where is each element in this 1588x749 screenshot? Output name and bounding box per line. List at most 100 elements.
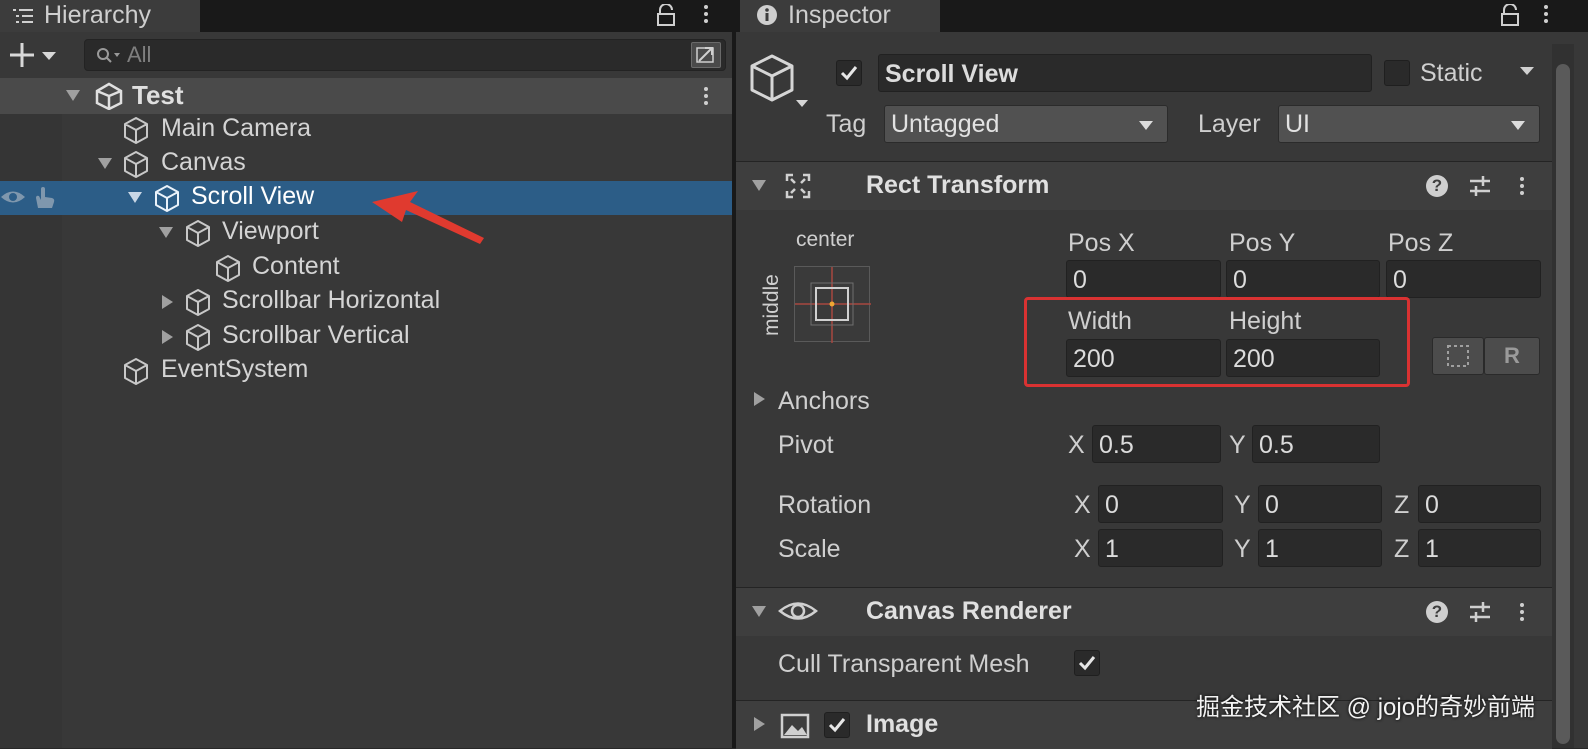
layer-dropdown[interactable]: UI xyxy=(1278,105,1540,143)
help-icon[interactable]: ? xyxy=(1426,175,1448,197)
scale-z-input[interactable]: 1 xyxy=(1418,529,1541,567)
pos-y-label: Pos Y xyxy=(1229,229,1296,257)
scale-y-axis-label: Y xyxy=(1234,535,1251,563)
dotted-rect-icon xyxy=(1447,345,1469,367)
expand-arrow[interactable] xyxy=(98,158,112,169)
scene-row[interactable]: Test xyxy=(0,78,732,114)
anchors-label[interactable]: Anchors xyxy=(778,387,870,416)
gameobject-cube-icon[interactable] xyxy=(750,54,814,112)
scale-x-input[interactable]: 1 xyxy=(1098,529,1223,567)
pivot-y-input[interactable]: 0.5 xyxy=(1252,425,1380,463)
pick-hand-icon[interactable] xyxy=(32,186,58,210)
pivot-y-axis-label: Y xyxy=(1229,431,1246,459)
pos-x-input[interactable]: 0 xyxy=(1066,260,1221,298)
tag-label: Tag xyxy=(826,110,867,138)
watermark: 掘金技术社区 @ jojo的奇妙前端 xyxy=(1196,694,1536,721)
rotation-y-input[interactable]: 0 xyxy=(1258,485,1382,523)
hierarchy-item-content[interactable]: Content xyxy=(0,251,732,285)
pos-x-label: Pos X xyxy=(1068,229,1135,257)
pivot-label: Pivot xyxy=(778,431,834,459)
inspector-scrollbar[interactable] xyxy=(1552,44,1574,748)
static-dropdown-arrow-icon[interactable] xyxy=(1518,64,1536,78)
expand-arrow[interactable] xyxy=(159,227,173,238)
scale-label: Scale xyxy=(778,535,841,563)
hierarchy-tab[interactable]: Hierarchy xyxy=(0,0,200,32)
foldout-arrow[interactable] xyxy=(752,606,766,617)
chevron-down-icon xyxy=(1139,121,1153,130)
hierarchy-menu-icon[interactable] xyxy=(704,2,708,26)
inspector-panel: Inspector Scroll View Static Tag Untagge… xyxy=(736,0,1588,749)
scene-menu-icon[interactable] xyxy=(704,84,708,108)
raw-edit-button[interactable]: R xyxy=(1484,337,1540,375)
hierarchy-item-scrollbar-vertical[interactable]: Scrollbar Vertical xyxy=(0,320,732,354)
lock-icon[interactable] xyxy=(1500,4,1520,26)
search-by-type-button[interactable] xyxy=(691,42,721,68)
rotation-x-axis-label: X xyxy=(1074,491,1091,519)
tag-value: Untagged xyxy=(891,110,1000,138)
hierarchy-item-scrollbar-horizontal[interactable]: Scrollbar Horizontal xyxy=(0,285,732,319)
scene-expand-arrow[interactable] xyxy=(66,90,80,101)
help-icon[interactable]: ? xyxy=(1426,601,1448,623)
rotation-y-axis-label: Y xyxy=(1234,491,1251,519)
inspector-menu-icon[interactable] xyxy=(1544,2,1548,26)
info-icon xyxy=(757,5,777,25)
create-dropdown-button[interactable] xyxy=(6,40,64,70)
hierarchy-item-label: Scroll View xyxy=(191,182,315,210)
anchors-foldout-arrow[interactable] xyxy=(754,392,765,406)
hierarchy-tab-label: Hierarchy xyxy=(44,1,151,29)
hierarchy-item-label: Main Camera xyxy=(161,114,312,142)
expand-arrow[interactable] xyxy=(162,330,173,344)
pivot-x-input[interactable]: 0.5 xyxy=(1092,425,1221,463)
layer-value: UI xyxy=(1285,110,1310,138)
scrollbar-thumb[interactable] xyxy=(1556,64,1570,744)
static-checkbox[interactable] xyxy=(1384,60,1410,86)
pos-z-input[interactable]: 0 xyxy=(1386,260,1541,298)
expand-arrow[interactable] xyxy=(162,295,173,309)
gameobject-cube-icon xyxy=(155,185,179,212)
hierarchy-item-main-camera[interactable]: Main Camera xyxy=(0,113,732,147)
presets-icon[interactable] xyxy=(1468,600,1492,624)
presets-icon[interactable] xyxy=(1468,174,1492,198)
gameobject-cube-icon xyxy=(124,358,148,385)
plus-icon xyxy=(10,43,56,67)
cull-transparent-mesh-checkbox[interactable] xyxy=(1074,650,1100,676)
foldout-arrow[interactable] xyxy=(754,717,765,731)
image-enabled-checkbox[interactable] xyxy=(824,712,850,738)
chevron-down-icon xyxy=(1511,121,1525,130)
rotation-x-input[interactable]: 0 xyxy=(1098,485,1223,523)
scale-y-input[interactable]: 1 xyxy=(1258,529,1382,567)
hierarchy-item-eventsystem[interactable]: EventSystem xyxy=(0,354,732,388)
inspector-tab[interactable]: Inspector xyxy=(740,0,940,32)
rect-transform-header[interactable]: Rect Transform ? xyxy=(736,161,1552,210)
active-checkbox[interactable] xyxy=(836,60,862,86)
component-menu-icon[interactable] xyxy=(1520,174,1524,198)
search-icon xyxy=(97,48,120,63)
eye-icon[interactable] xyxy=(0,187,26,207)
hierarchy-search-box[interactable]: All xyxy=(84,39,726,71)
search-input[interactable]: All xyxy=(127,42,151,68)
tag-dropdown[interactable]: Untagged xyxy=(884,105,1168,143)
anchor-vertical-label: middle xyxy=(760,274,783,336)
object-name-input[interactable]: Scroll View xyxy=(878,54,1372,92)
gameobject-cube-icon xyxy=(216,255,240,282)
hierarchy-item-label: Canvas xyxy=(161,148,246,176)
gameobject-cube-icon xyxy=(186,289,210,316)
rotation-z-input[interactable]: 0 xyxy=(1418,485,1541,523)
red-highlight-box xyxy=(1024,297,1410,387)
cull-transparent-mesh-label: Cull Transparent Mesh xyxy=(778,650,1030,678)
blueprint-mode-button[interactable] xyxy=(1432,337,1484,375)
component-menu-icon[interactable] xyxy=(1520,600,1524,624)
hierarchy-item-canvas[interactable]: Canvas xyxy=(0,147,732,181)
gameobject-cube-icon xyxy=(186,220,210,247)
pos-y-input[interactable]: 0 xyxy=(1226,260,1380,298)
hierarchy-item-label: Scrollbar Vertical xyxy=(222,321,410,349)
list-icon xyxy=(13,9,33,23)
canvas-renderer-header[interactable]: Canvas Renderer ? xyxy=(736,587,1552,636)
expand-arrow[interactable] xyxy=(128,192,142,203)
foldout-arrow[interactable] xyxy=(752,180,766,191)
pos-z-label: Pos Z xyxy=(1388,229,1454,257)
checkmark-icon xyxy=(840,66,858,81)
scale-z-axis-label: Z xyxy=(1394,535,1410,563)
anchor-presets-button[interactable] xyxy=(794,266,871,343)
lock-icon[interactable] xyxy=(656,4,676,26)
